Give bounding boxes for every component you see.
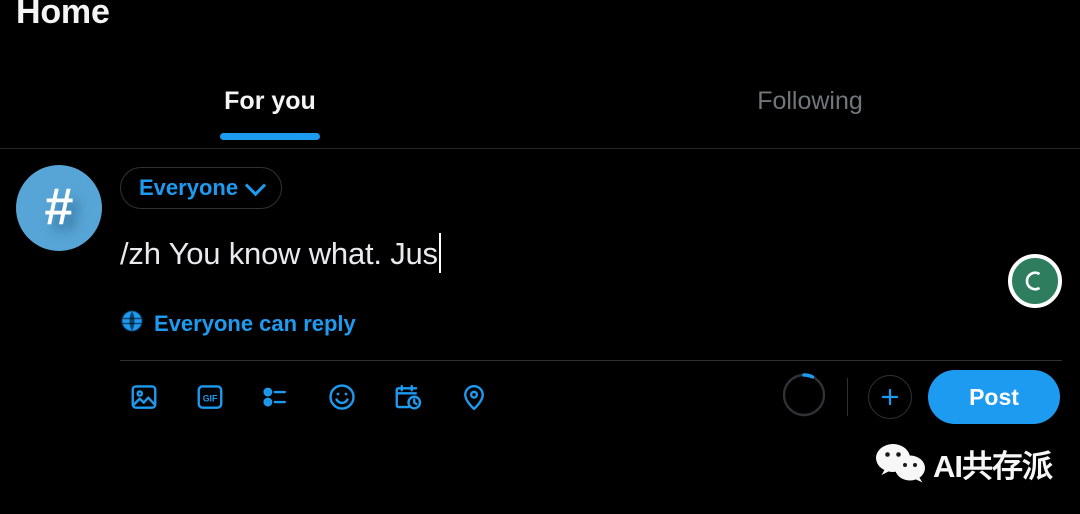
add-post-icon[interactable] [868, 375, 912, 419]
poll-icon[interactable] [252, 374, 299, 421]
schedule-icon[interactable] [384, 374, 431, 421]
chevron-down-icon [244, 174, 267, 196]
audience-selector[interactable]: Everyone [120, 167, 283, 209]
tweet-text-area[interactable]: /zh You know what. Jus [120, 233, 1062, 285]
toolbar-divider [847, 378, 848, 416]
tab-following-label: Following [757, 87, 863, 115]
watermark-text: AI共存派 [933, 449, 1053, 484]
media-icon[interactable] [120, 374, 167, 421]
app-header: Home [0, 0, 1080, 54]
wechat-logo-icon [875, 441, 929, 492]
composer-toolbar: GIF [120, 374, 497, 421]
composer-body: Everyone /zh You know what. Jus Everyone… [102, 163, 1062, 433]
hashtag-icon: # [44, 178, 74, 236]
audience-selector-label: Everyone [139, 175, 239, 200]
svg-text:GIF: GIF [202, 393, 217, 403]
composer-submit-group: Post [781, 370, 1060, 424]
tab-active-underline [220, 133, 320, 140]
text-caret [438, 233, 441, 273]
tab-for-you[interactable]: For you [0, 54, 540, 148]
reply-scope-selector[interactable]: Everyone can reply [120, 309, 1062, 338]
tweet-text-value: /zh You know what. Jus [120, 236, 438, 271]
post-button[interactable]: Post [928, 370, 1060, 424]
status-avatar[interactable] [1008, 254, 1062, 308]
tab-for-you-label: For you [224, 87, 316, 115]
character-count-ring [781, 372, 827, 423]
reply-scope-label: Everyone can reply [154, 310, 356, 336]
tab-bar: For you Following [0, 54, 1080, 149]
page-title: Home [16, 0, 110, 31]
location-icon[interactable] [450, 374, 497, 421]
tab-following[interactable]: Following [540, 54, 1080, 148]
globe-icon [120, 309, 144, 338]
emoji-icon[interactable] [318, 374, 365, 421]
avatar[interactable]: # [16, 165, 102, 251]
gif-icon[interactable]: GIF [186, 374, 233, 421]
wechat-watermark: AI共存派 [875, 441, 1053, 492]
composer: # Everyone /zh You know what. Jus Everyo… [0, 149, 1080, 433]
composer-action-bar: GIF Post [120, 361, 1062, 433]
